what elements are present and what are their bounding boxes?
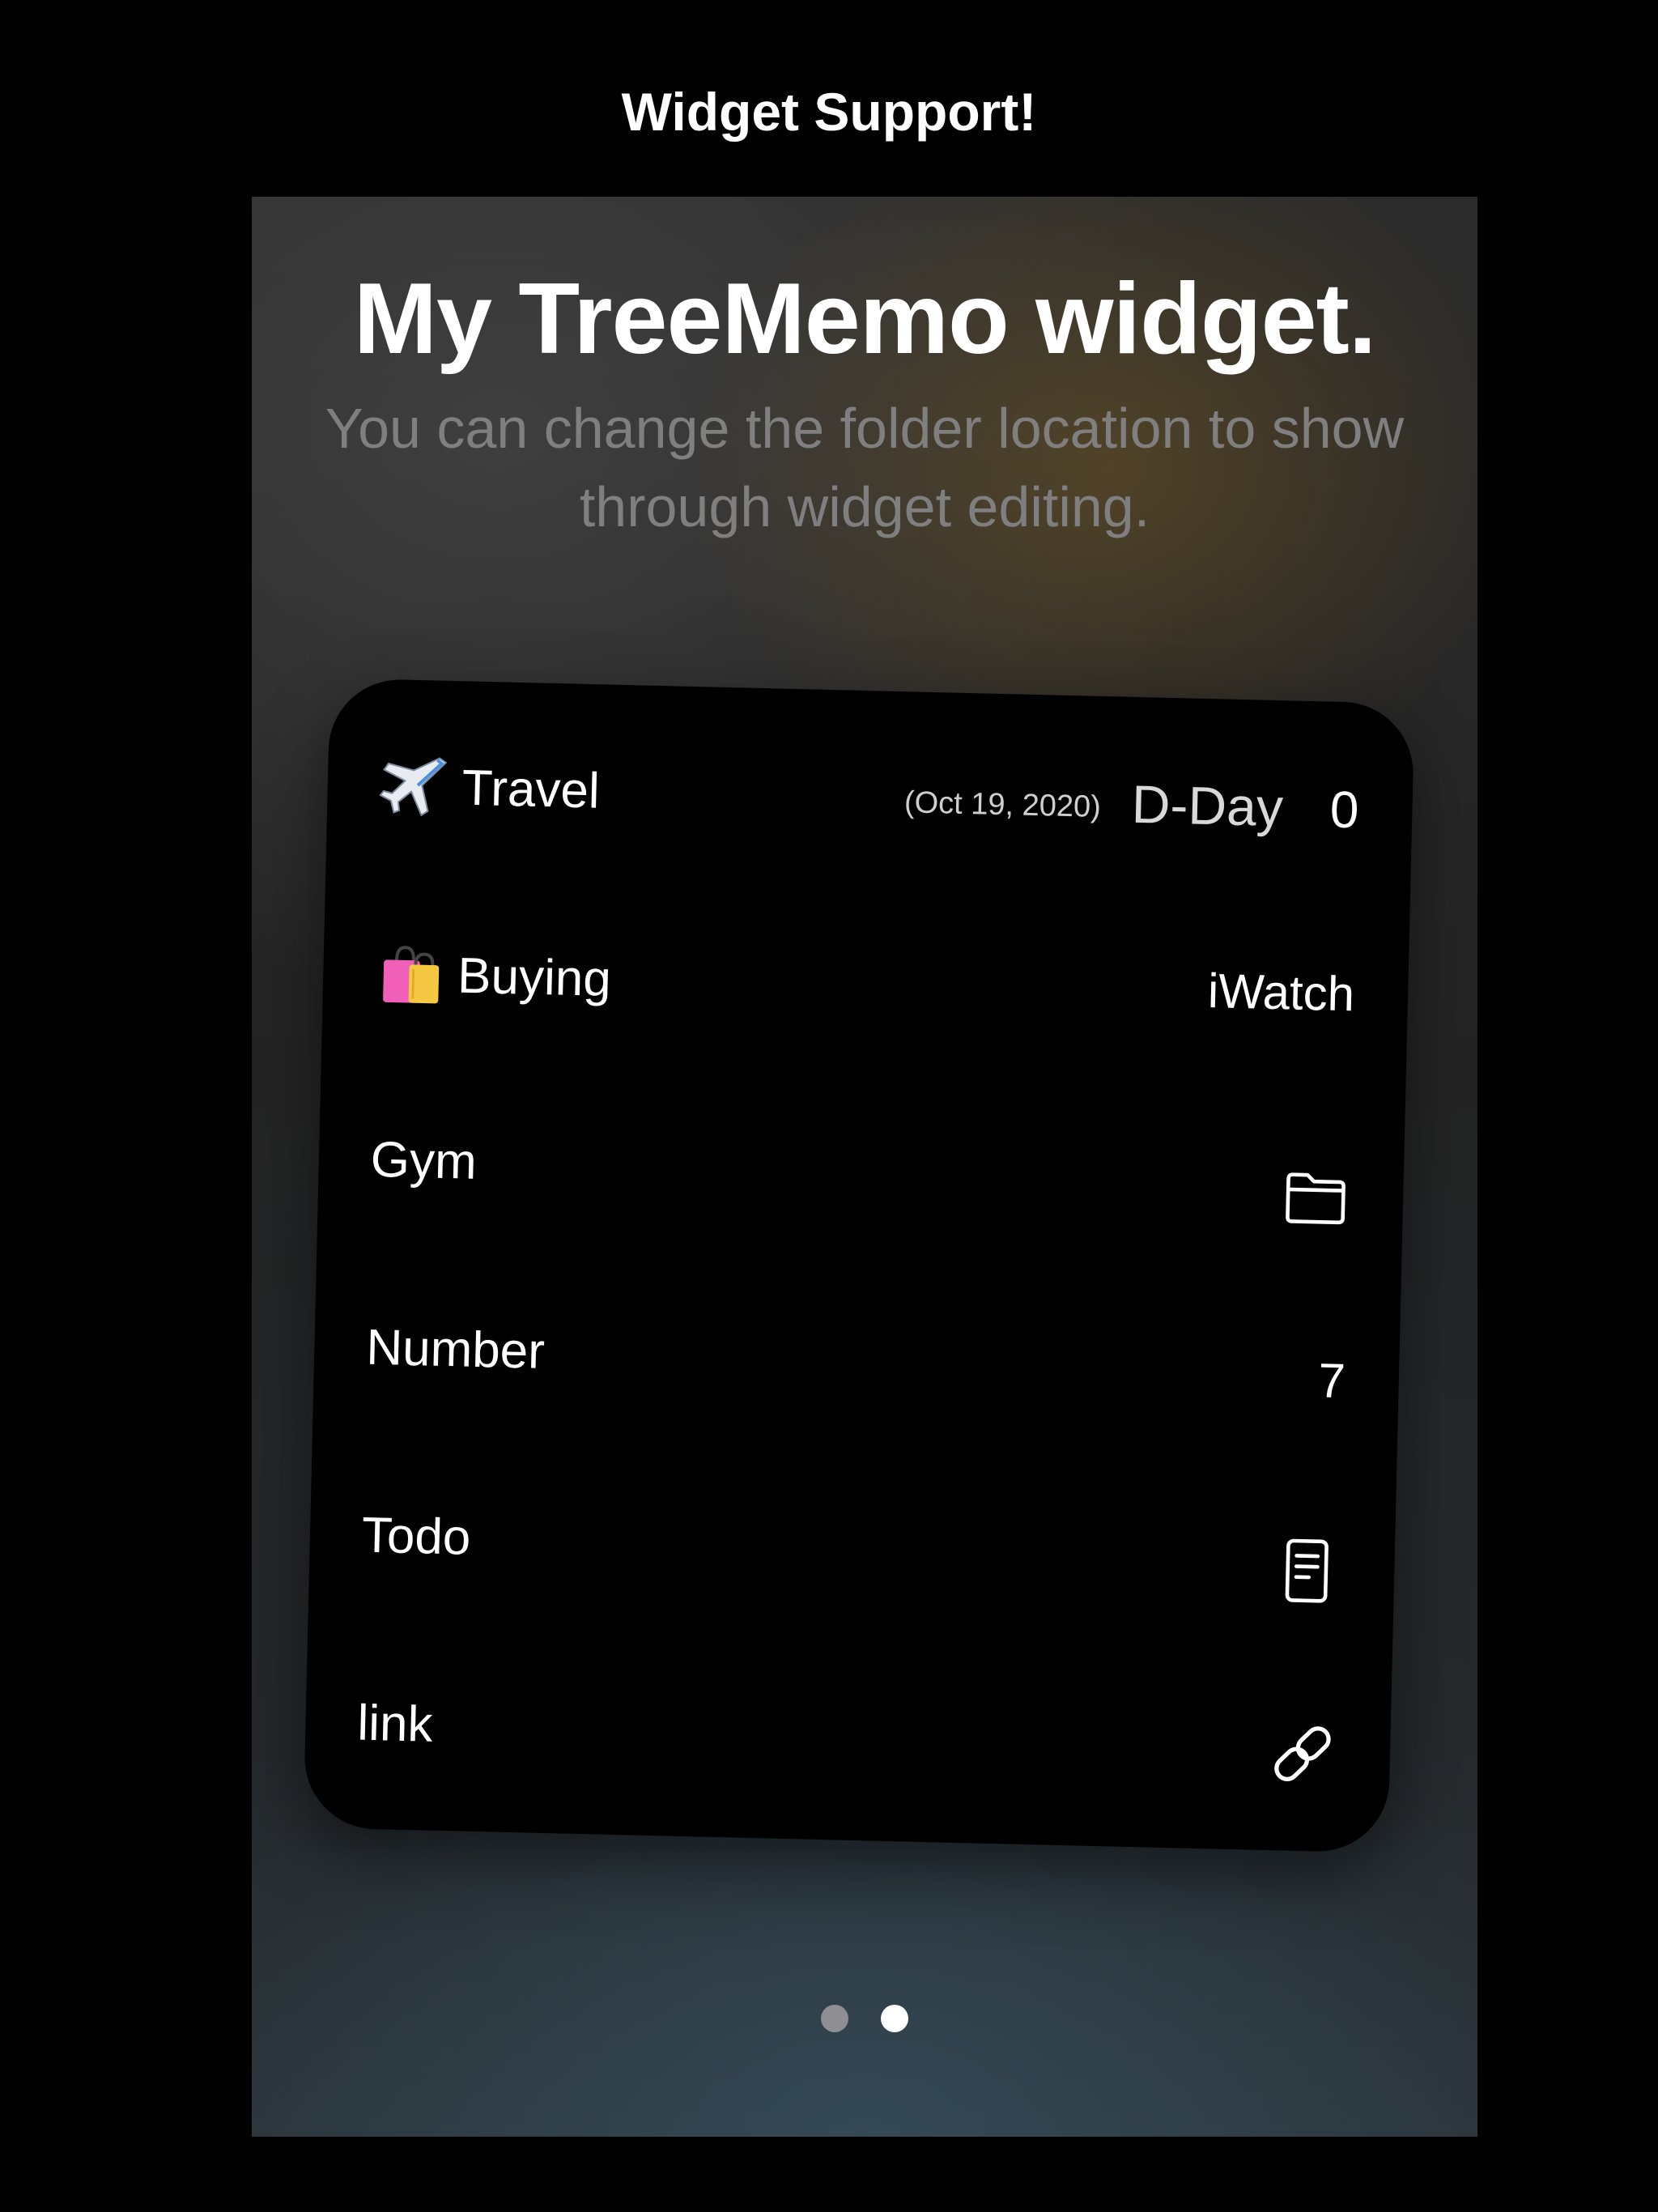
airplane-icon — [379, 757, 448, 817]
buying-label: Buying — [457, 947, 612, 1008]
page-dot-2-active[interactable] — [881, 2005, 908, 2032]
widget-row-label: Travel — [379, 755, 601, 828]
widget-row-gym[interactable]: Gym — [317, 1099, 1405, 1246]
page-title: Widget Support! — [621, 82, 1037, 142]
widget-row-travel[interactable]: Travel (Oct 19, 2020) D-Day 0 — [326, 723, 1414, 870]
widget-row-todo[interactable]: Todo — [308, 1474, 1396, 1622]
widget-row-link[interactable]: link — [304, 1662, 1392, 1810]
link-label: link — [356, 1695, 434, 1753]
screenshot-page: Widget Support! My TreeMemo widget. You … — [0, 0, 1658, 2212]
page-dot-1[interactable] — [821, 2005, 848, 2032]
link-icon — [1274, 1726, 1331, 1781]
dday-info: (Oct 19, 2020) D-Day 0 — [903, 768, 1359, 840]
panel-subtitle-line-2: through widget editing. — [579, 475, 1150, 538]
panel-subtitle: You can change the folder location to sh… — [252, 389, 1477, 547]
panel-subtitle-line-1: You can change the folder location to sh… — [325, 397, 1405, 460]
travel-label: Travel — [461, 759, 601, 819]
folder-icon — [1286, 1172, 1346, 1225]
dday-date: (Oct 19, 2020) — [903, 785, 1102, 824]
todo-label: Todo — [361, 1507, 472, 1566]
buying-value: iWatch — [1207, 963, 1355, 1022]
dday-value: 0 — [1329, 780, 1360, 840]
widget-row-label: Buying — [374, 943, 612, 1017]
page-indicator[interactable] — [252, 2005, 1477, 2037]
preview-panel: My TreeMemo widget. You can change the f… — [252, 197, 1477, 2137]
shopping-bags-icon — [383, 946, 440, 1004]
number-value: 7 — [1317, 1353, 1346, 1409]
dday-label: D-Day — [1131, 773, 1284, 838]
number-label: Number — [365, 1319, 546, 1380]
document-icon — [1285, 1538, 1329, 1603]
widget-row-number[interactable]: Number 7 — [313, 1287, 1401, 1434]
panel-heading: My TreeMemo widget. — [353, 263, 1377, 375]
widget-row-buying[interactable]: Buying iWatch — [322, 911, 1409, 1058]
gym-label: Gym — [370, 1131, 478, 1190]
treememo-widget[interactable]: Travel (Oct 19, 2020) D-Day 0 Buying iWa… — [303, 678, 1415, 1853]
